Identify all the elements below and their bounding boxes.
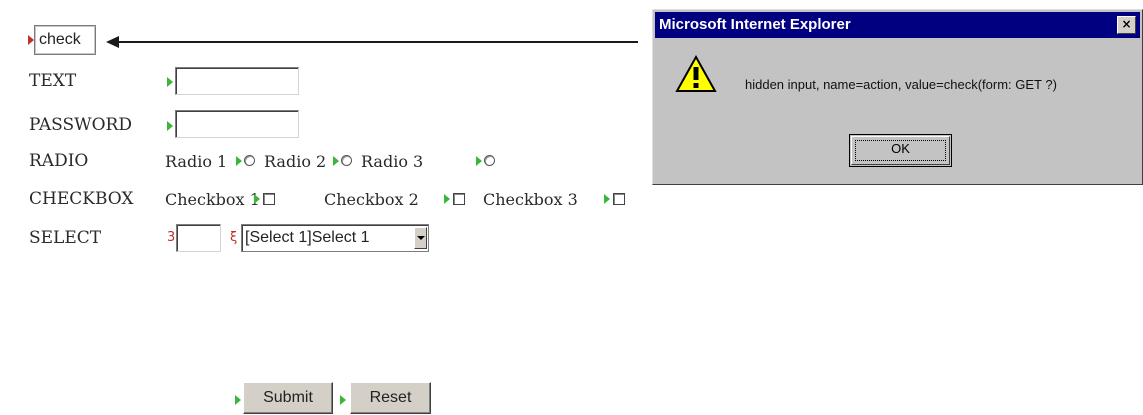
submit-marker-icon xyxy=(235,395,241,405)
reset-marker-icon xyxy=(340,395,346,405)
radio-1-marker-icon xyxy=(236,156,242,166)
close-icon: × xyxy=(1121,17,1132,31)
checkbox-1-label: Checkbox 1 xyxy=(165,190,260,209)
checkbox-2-label: Checkbox 2 xyxy=(324,190,419,209)
checkbox-3-marker-icon xyxy=(604,194,610,204)
checkbox-2[interactable] xyxy=(453,193,465,205)
ok-button[interactable]: OK xyxy=(849,134,952,167)
submit-button[interactable]: Submit xyxy=(243,382,333,414)
checkbox-3[interactable] xyxy=(613,193,625,205)
radio-label: RADIO xyxy=(29,151,89,171)
password-input[interactable] xyxy=(175,110,299,138)
checkbox-1[interactable] xyxy=(263,193,275,205)
checkbox-label: CHECKBOX xyxy=(29,189,134,209)
alert-dialog: Microsoft Internet Explorer × hidden inp… xyxy=(652,9,1143,185)
radio-3[interactable] xyxy=(484,155,495,166)
select-text-input[interactable] xyxy=(176,224,221,252)
dialog-title: Microsoft Internet Explorer xyxy=(659,16,851,33)
password-marker-icon xyxy=(167,121,173,131)
select-dropdown[interactable]: [Select 1]Select 1 xyxy=(241,224,429,252)
radio-3-marker-icon xyxy=(476,156,482,166)
hidden-field-value: check xyxy=(34,25,96,55)
radio-1[interactable] xyxy=(244,155,255,166)
text-marker-icon xyxy=(167,77,173,87)
radio-2-label: Radio 2 xyxy=(264,152,327,171)
ok-button-label: OK xyxy=(891,141,910,156)
checkbox-2-marker-icon xyxy=(444,194,450,204)
radio-3-label: Radio 3 xyxy=(361,152,424,171)
select-label: SELECT xyxy=(29,228,102,248)
dialog-message: hidden input, name=action, value=check(f… xyxy=(745,77,1057,92)
close-button[interactable]: × xyxy=(1117,16,1136,34)
text-input[interactable] xyxy=(175,67,299,95)
text-label: TEXT xyxy=(29,71,77,91)
warning-icon xyxy=(675,55,717,92)
chevron-down-icon[interactable] xyxy=(414,227,427,249)
password-label: PASSWORD xyxy=(29,115,132,135)
pointer-arrow-line xyxy=(118,41,638,43)
select-selected-value: [Select 1]Select 1 xyxy=(245,229,370,246)
checkbox-3-label: Checkbox 3 xyxy=(483,190,578,209)
select-bracket-right-icon: ξ xyxy=(230,230,238,245)
radio-1-label: Radio 1 xyxy=(165,152,228,171)
checkbox-1-marker-icon xyxy=(254,194,260,204)
radio-2[interactable] xyxy=(341,155,352,166)
radio-2-marker-icon xyxy=(333,156,339,166)
select-bracket-left-icon: 3 xyxy=(167,230,176,245)
dialog-titlebar[interactable]: Microsoft Internet Explorer × xyxy=(655,12,1140,38)
reset-button[interactable]: Reset xyxy=(350,382,431,414)
